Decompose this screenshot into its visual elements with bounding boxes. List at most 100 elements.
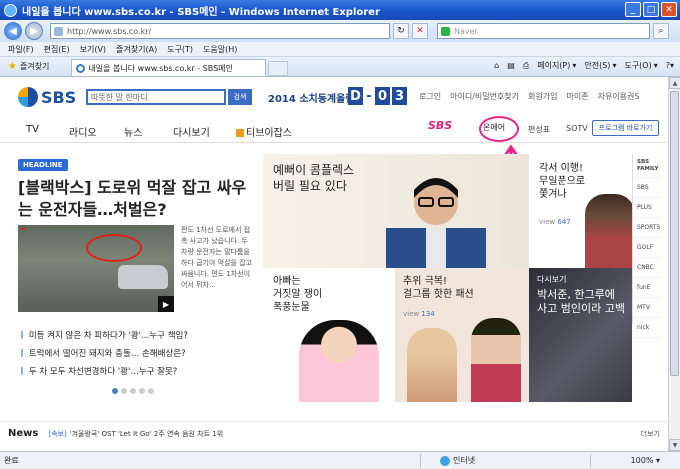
close-button[interactable]: ✕ (661, 2, 677, 17)
feed-icon[interactable]: ▤ (507, 61, 515, 70)
menu-tools[interactable]: 도구(T) (167, 44, 193, 55)
tile2-line2: 무일푼으로 (539, 176, 585, 187)
top-links: 로그인 아이디/비밀번호찾기 회원가입 마이존 자유이용권S (419, 91, 639, 102)
brand-logo[interactable]: SBS (428, 119, 452, 132)
menu-view[interactable]: 보기(V) (80, 44, 106, 55)
news-headline[interactable]: '겨울왕국' OST 'Let It Go' 2주 연속 음원 차트 1위 (70, 429, 223, 439)
menu-help[interactable]: 도움말(H) (203, 44, 237, 55)
scroll-down-icon[interactable]: ▼ (669, 439, 680, 451)
tile4-line1: 추위 극복! (403, 276, 447, 287)
thumb-caption (21, 228, 25, 230)
program-shortcut-button[interactable]: 프로그램 바로가기 (592, 120, 659, 136)
nav-news[interactable]: 뉴스 (124, 124, 142, 139)
dday-dash: - (366, 88, 372, 104)
minimize-button[interactable]: _ (625, 2, 641, 17)
address-input[interactable]: http://www.sbs.co.kr/ (50, 23, 390, 39)
maximize-button[interactable]: □ (643, 2, 659, 17)
nav-radio[interactable]: 라디오 (69, 124, 97, 139)
free-pass-link[interactable]: 자유이용권S (598, 91, 640, 102)
carousel-dot[interactable] (148, 388, 154, 394)
tile3-line1: 아빠는 (273, 276, 301, 287)
tile1-line2: 버릴 필요 있다 (273, 179, 347, 193)
tile-drama[interactable]: 다시보기 박서준, 한그루에 사고 범인이라 고백 (529, 268, 632, 402)
dday-counter: D - 0 3 (348, 87, 407, 105)
status-divider (590, 454, 591, 468)
dday-digit-2: 3 (392, 87, 407, 105)
zoom-level[interactable]: 100% ▾ (631, 456, 660, 465)
tile-memo[interactable]: 각서 이행! 무일푼으로 쫓겨나 view 647 (529, 154, 632, 268)
bullet-item[interactable]: 두 차 모두 차선변경하다 '쾅'…누구 잘못? (18, 365, 258, 377)
back-button[interactable]: ◀ (4, 22, 22, 40)
forward-button[interactable]: ▶ (25, 22, 43, 40)
family-mtv[interactable]: MTV (633, 298, 660, 318)
help-icon[interactable]: ?▾ (666, 61, 674, 70)
tile-girlgroup[interactable]: 추위 극복! 걸그룹 핫한 패션 view 134 (395, 268, 529, 402)
page-search-input[interactable]: 따뜻한 말 한마디 (86, 89, 226, 105)
sbs-header: SBS 따뜻한 말 한마디 검색 2014 소치동계올림픽 D - 0 3 로그… (0, 77, 668, 115)
news-more-link[interactable]: 더보기 (641, 429, 660, 439)
globe-icon (440, 455, 450, 466)
family-sports[interactable]: SPORTS (633, 218, 660, 238)
headline-title[interactable]: [블랙박스] 도로위 먹잘 잡고 싸우는 운전자들…처벌은? (18, 177, 248, 221)
headline-description[interactable]: 편도 1차선 도로에서 접촉 사고가 났습니다. 두 차량 운전자는 말다툼을 … (181, 225, 253, 291)
news-ticker: News [속보] '겨울왕국' OST 'Let It Go' 2주 연속 음… (0, 421, 668, 445)
headline-thumbnail[interactable]: ▶ (18, 225, 174, 312)
bullet-item[interactable]: 트럭에서 떨어진 돼지와 충돌… 손해배상은? (18, 347, 258, 359)
family-golf[interactable]: GOLF (633, 238, 660, 258)
singer-photo (407, 328, 457, 402)
stop-icon[interactable]: ✕ (412, 23, 428, 39)
scroll-thumb[interactable] (670, 91, 679, 376)
tile-complex[interactable]: 예뻐이 콤플렉스 버릴 필요 있다 (263, 154, 529, 268)
carousel-dot[interactable] (139, 388, 145, 394)
tile2-line3: 쫓겨나 (539, 189, 567, 200)
tile3-line2: 거짓말 쟁이 (273, 289, 323, 300)
schedule-link[interactable]: 편성표 (528, 124, 550, 135)
search-icon[interactable]: ⌕ (653, 23, 669, 39)
safety-menu[interactable]: 안전(S) ▾ (584, 60, 616, 71)
tools-menu[interactable]: 도구(O) ▾ (624, 60, 657, 71)
carousel-dot[interactable] (112, 388, 118, 394)
man-photo (386, 178, 486, 268)
tile3-line3: 폭풍눈물 (273, 302, 310, 313)
tile-daddy[interactable]: 아빠는거짓말 쟁이폭풍눈물 (263, 268, 395, 402)
sotv-link[interactable]: SOTV (566, 124, 588, 133)
carousel-dots (112, 388, 154, 394)
menu-file[interactable]: 파일(F) (8, 44, 34, 55)
new-tab-button[interactable] (268, 61, 289, 76)
play-icon[interactable]: ▶ (158, 296, 174, 312)
nav-tvjobs[interactable]: 티브이잡스 (236, 124, 292, 139)
myzone-link[interactable]: 마이존 (566, 91, 588, 102)
family-nick[interactable]: nick (633, 318, 660, 338)
join-link[interactable]: 회원가입 (528, 91, 557, 102)
vertical-scrollbar[interactable]: ▲ ▼ (668, 77, 680, 451)
page-menu[interactable]: 페이지(P) ▾ (537, 60, 576, 71)
home-icon[interactable]: ⌂ (494, 61, 499, 70)
scroll-up-icon[interactable]: ▲ (669, 77, 680, 89)
nav-tv[interactable]: TV (26, 124, 39, 135)
family-plus[interactable]: PLUS (633, 198, 660, 218)
family-sbs[interactable]: SBS (633, 178, 660, 198)
tile4-line2: 걸그룹 핫한 패션 (403, 289, 474, 300)
search-input[interactable]: Naver (437, 23, 650, 39)
tile5-line1: 박서준, 한그루에 (537, 288, 615, 301)
login-link[interactable]: 로그인 (419, 91, 441, 102)
favorites-button[interactable]: ★ 즐겨찾기 (0, 61, 57, 72)
refresh-icon[interactable]: ↻ (393, 23, 409, 39)
bullet-item[interactable]: 미등 켜지 않은 차 피하다가 '쾅'…누구 책임? (18, 329, 258, 341)
menu-edit[interactable]: 편집(E) (44, 44, 70, 55)
onair-annotation-circle (479, 116, 519, 142)
page-search-button[interactable]: 검색 (228, 89, 252, 105)
menu-favorites[interactable]: 즐겨찾기(A) (116, 44, 157, 55)
family-fune[interactable]: funE (633, 278, 660, 298)
view-count: view 647 (539, 218, 571, 226)
print-icon[interactable]: ⎙ (523, 61, 529, 71)
family-cnbc[interactable]: CNBC (633, 258, 660, 278)
carousel-dot[interactable] (121, 388, 127, 394)
tab-sbs-main[interactable]: 내일을 봅니다 www.sbs.co.kr - SBS메인 (71, 59, 267, 76)
nav-replay[interactable]: 다시보기 (173, 124, 210, 139)
find-id-link[interactable]: 아이디/비밀번호찾기 (450, 91, 519, 102)
carousel-dot[interactable] (130, 388, 136, 394)
headline-badge: HEADLINE (18, 159, 68, 171)
sbs-logo[interactable]: SBS (18, 87, 76, 107)
red-circle-annotation (86, 234, 142, 262)
